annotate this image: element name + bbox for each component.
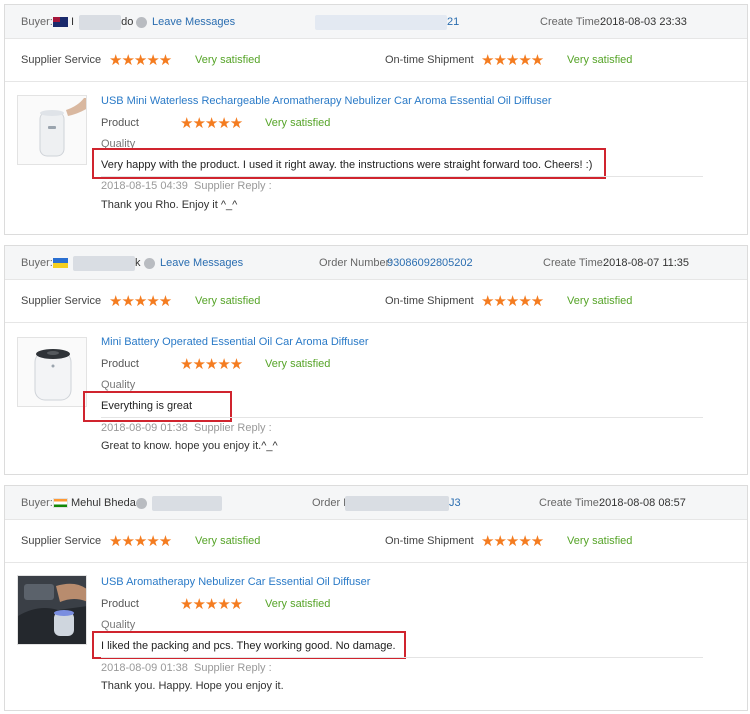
satisfaction-text: Very satisfied (567, 295, 633, 307)
review-header: Buyer: I do Leave Messages 21 Create Tim… (5, 5, 747, 39)
divider (101, 417, 703, 418)
satisfaction-text: Very satisfied (195, 295, 261, 307)
create-time-label: Create Time: (543, 257, 606, 269)
country-flag (53, 486, 68, 520)
rating-row: Supplier Service ★★★★★ Very satisfied On… (5, 520, 747, 563)
supplier-reply-label: Supplier Reply : (193, 422, 272, 434)
product-label: Product (101, 358, 139, 370)
on-time-shipment-label: On-time Shipment (385, 535, 474, 547)
review-meta: 2018-08-15 04:39 Supplier Reply : (101, 180, 272, 192)
review-date: 2018-08-09 01:38 (101, 662, 188, 674)
quality-label: Quality (101, 379, 136, 391)
buyer-label: Buyer: (21, 497, 53, 509)
order-number[interactable]: J3 (449, 497, 461, 509)
product-satisfaction-text: Very satisfied (265, 117, 331, 129)
product-thumbnail[interactable] (17, 95, 87, 165)
product-thumbnail[interactable] (17, 575, 87, 645)
review-date: 2018-08-09 01:38 (101, 422, 188, 434)
buyer-initial: I (71, 16, 75, 28)
product-title-link[interactable]: USB Aromatherapy Nebulizer Car Essential… (101, 576, 370, 588)
leave-messages-link[interactable]: Leave Messages (152, 5, 235, 39)
order-number-label: Order Number: (319, 257, 393, 269)
supplier-service-label: Supplier Service (21, 54, 102, 66)
review-header: Buyer: k Leave Messages Order Number: 93… (5, 246, 747, 280)
buyer-name-redacted: k (73, 246, 141, 280)
quality-label: Quality (101, 619, 136, 631)
product-star-rating: ★★★★★ (180, 596, 243, 613)
star-rating: ★★★★★ (481, 293, 544, 310)
star-rating: ★★★★★ (481, 533, 544, 550)
review-card: Buyer: Mehul Bheda Order N J3 Create Tim… (4, 485, 748, 711)
product-label: Product (101, 598, 139, 610)
product-title-link[interactable]: Mini Battery Operated Essential Oil Car … (101, 336, 369, 348)
product-label: Product (101, 117, 139, 129)
create-time: 2018-08-07 11:35 (603, 257, 690, 269)
rating-row: Supplier Service ★★★★★ Very satisfied On… (5, 280, 747, 323)
star-rating: ★★★★★ (481, 52, 544, 69)
review-meta: 2018-08-09 01:38 Supplier Reply : (101, 422, 272, 434)
divider (101, 176, 703, 177)
product-satisfaction-text: Very satisfied (265, 358, 331, 370)
review-card: Buyer: I do Leave Messages 21 Create Tim… (4, 4, 748, 235)
supplier-reply-label: Supplier Reply : (193, 662, 272, 674)
review-header: Buyer: Mehul Bheda Order N J3 Create Tim… (5, 486, 747, 520)
buyer-name: k (135, 257, 141, 269)
product-title-link[interactable]: USB Mini Waterless Rechargeable Aromathe… (101, 95, 552, 107)
satisfaction-text: Very satisfied (195, 54, 261, 66)
create-time-label: Create Time: (539, 497, 602, 509)
message-icon[interactable] (136, 486, 147, 520)
on-time-shipment-label: On-time Shipment (385, 295, 474, 307)
product-thumbnail[interactable] (17, 337, 87, 407)
review-meta: 2018-08-09 01:38 Supplier Reply : (101, 662, 272, 674)
star-rating: ★★★★★ (109, 533, 172, 550)
highlight-box (92, 148, 606, 179)
order-number-redacted: J3 (345, 486, 461, 520)
divider (101, 657, 703, 658)
order-number-redacted: 21 (315, 5, 459, 39)
satisfaction-text: Very satisfied (195, 535, 261, 547)
on-time-shipment-label: On-time Shipment (385, 54, 474, 66)
review-card: Buyer: k Leave Messages Order Number: 93… (4, 245, 748, 475)
leave-messages-link[interactable]: Leave Messages (160, 246, 243, 280)
supplier-service-label: Supplier Service (21, 535, 102, 547)
order-number[interactable]: 93086092805202 (387, 246, 473, 280)
redacted-area (152, 486, 222, 520)
supplier-service-label: Supplier Service (21, 295, 102, 307)
product-star-rating: ★★★★★ (180, 356, 243, 373)
supplier-reply-text: Thank you Rho. Enjoy it ^_^ (101, 199, 238, 211)
buyer-name-redacted: I do (71, 5, 133, 39)
order-number[interactable]: 21 (447, 16, 459, 28)
message-icon[interactable] (136, 5, 147, 39)
country-flag (53, 246, 68, 280)
rating-row: Supplier Service ★★★★★ Very satisfied On… (5, 39, 747, 82)
product-satisfaction-text: Very satisfied (265, 598, 331, 610)
country-flag (53, 5, 68, 39)
satisfaction-text: Very satisfied (567, 54, 633, 66)
message-icon[interactable] (144, 246, 155, 280)
buyer-name: Mehul Bheda (71, 497, 136, 509)
star-rating: ★★★★★ (109, 293, 172, 310)
buyer-name: do (121, 16, 134, 28)
create-time: 2018-08-03 23:33 (600, 16, 687, 28)
review-date: 2018-08-15 04:39 (101, 180, 188, 192)
buyer-label: Buyer: (21, 16, 53, 28)
highlight-box (92, 631, 406, 659)
create-time-label: Create Time: (540, 16, 603, 28)
star-rating: ★★★★★ (109, 52, 172, 69)
supplier-reply-label: Supplier Reply : (193, 180, 272, 192)
buyer-label: Buyer: (21, 257, 53, 269)
supplier-reply-text: Great to know. hope you enjoy it.^_^ (101, 440, 278, 452)
supplier-reply-text: Thank you. Happy. Hope you enjoy it. (101, 680, 284, 692)
create-time: 2018-08-08 08:57 (599, 497, 686, 509)
product-star-rating: ★★★★★ (180, 115, 243, 132)
satisfaction-text: Very satisfied (567, 535, 633, 547)
